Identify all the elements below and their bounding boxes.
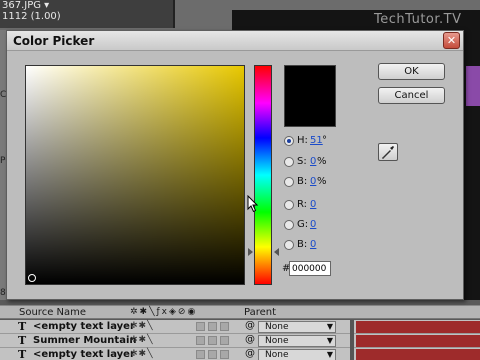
pickwhip-icon[interactable]: @ [245, 334, 255, 345]
field-unit: % [317, 176, 327, 187]
parent-dropdown[interactable]: None ▼ [258, 349, 336, 360]
layer-switches[interactable]: ✲✱╲ [130, 321, 154, 331]
switch-box[interactable] [220, 350, 229, 359]
watermark: TechTutor.TV [374, 12, 462, 27]
switch-box[interactable] [208, 322, 217, 331]
blue-radio[interactable] [284, 240, 294, 250]
chevron-down-icon: ▼ [326, 350, 333, 359]
layer-switches[interactable]: ✲✱╲ [130, 349, 154, 359]
layer-name[interactable]: <empty text layer [33, 321, 135, 332]
cancel-button[interactable]: Cancel [378, 87, 445, 104]
dialog-title: Color Picker [13, 34, 95, 48]
viewer-text-fragment [466, 66, 480, 106]
red-value[interactable]: 0 [310, 199, 316, 210]
color-preview-swatch [284, 65, 336, 127]
divider [350, 320, 354, 334]
switch-box[interactable] [196, 336, 205, 345]
switches-icons: ✲✱╲ƒx◈⊘◉ [130, 307, 198, 317]
hue-slider-handle-right[interactable] [274, 248, 279, 256]
field-label: G: [297, 219, 309, 230]
layer-name[interactable]: <empty text layer [33, 349, 135, 360]
timeline-row[interactable]: T <empty text layer ✲✱╲ @ None ▼ [0, 348, 480, 360]
hex-input[interactable] [289, 261, 331, 276]
layer-duration-bar[interactable] [356, 321, 480, 333]
ok-button[interactable]: OK [378, 63, 445, 80]
mouse-pointer-icon [247, 195, 259, 213]
column-parent[interactable]: Parent [244, 307, 276, 318]
divider [350, 334, 354, 348]
close-button[interactable]: ✕ [443, 32, 460, 49]
field-unit: ° [322, 135, 327, 146]
switch-box[interactable] [196, 322, 205, 331]
timeline-row[interactable]: T <empty text layer ✲✱╲ @ None ▼ [0, 320, 480, 334]
switch-box[interactable] [220, 336, 229, 345]
chevron-down-icon: ▼ [326, 336, 333, 345]
text-layer-icon: T [18, 320, 27, 333]
hue-slider[interactable] [254, 65, 272, 285]
eyedropper-button[interactable] [378, 143, 398, 161]
layer-name[interactable]: Summer Mountain [33, 335, 137, 346]
eyedropper-icon [382, 146, 394, 159]
pickwhip-icon[interactable]: @ [245, 320, 255, 331]
red-radio[interactable] [284, 200, 294, 210]
divider [350, 348, 354, 360]
green-value[interactable]: 0 [310, 219, 316, 230]
field-label: H: [297, 135, 308, 146]
field-unit: % [317, 156, 327, 167]
column-source-name[interactable]: Source Name [19, 307, 86, 318]
color-selector-ring[interactable] [28, 274, 36, 282]
field-label: R: [297, 199, 308, 210]
saturation-value[interactable]: 0 [310, 156, 316, 167]
project-file-info: 367.JPG ▾ 1112 (1.00) [0, 0, 175, 28]
dialog-titlebar[interactable]: Color Picker ✕ [7, 31, 463, 51]
layer-duration-bar[interactable] [356, 349, 480, 360]
hue-value[interactable]: 51 [310, 135, 323, 146]
timeline-header: Source Name ✲✱╲ƒx◈⊘◉ Parent [0, 305, 480, 319]
chevron-down-icon: ▼ [326, 322, 333, 331]
saturation-brightness-field[interactable] [25, 65, 245, 285]
file-dimensions: 1112 (1.00) [2, 11, 61, 22]
hue-slider-handle-left[interactable] [248, 248, 253, 256]
pickwhip-icon[interactable]: @ [245, 348, 255, 359]
layer-duration-bar[interactable] [356, 335, 480, 347]
brightness-radio[interactable] [284, 177, 294, 187]
timeline-row[interactable]: T Summer Mountain ✲✱╲ @ None ▼ [0, 334, 480, 348]
brightness-value[interactable]: 0 [310, 176, 316, 187]
layer-switches[interactable]: ✲✱╲ [130, 335, 154, 345]
switch-box[interactable] [196, 350, 205, 359]
switch-box[interactable] [208, 350, 217, 359]
hue-radio[interactable] [284, 136, 294, 146]
text-layer-icon: T [18, 348, 27, 360]
switch-box[interactable] [220, 322, 229, 331]
field-label: S: [297, 156, 307, 167]
text-layer-icon: T [18, 334, 27, 347]
color-picker-dialog: Color Picker ✕ OK Cancel H: 51 ° S: 0 % … [6, 30, 464, 300]
green-radio[interactable] [284, 220, 294, 230]
field-label: B: [297, 176, 308, 187]
blue-value[interactable]: 0 [310, 239, 316, 250]
saturation-radio[interactable] [284, 157, 294, 167]
switch-box[interactable] [208, 336, 217, 345]
field-label: B: [297, 239, 308, 250]
file-name: 367.JPG ▾ [2, 0, 50, 11]
parent-dropdown[interactable]: None ▼ [258, 335, 336, 347]
parent-dropdown[interactable]: None ▼ [258, 321, 336, 333]
